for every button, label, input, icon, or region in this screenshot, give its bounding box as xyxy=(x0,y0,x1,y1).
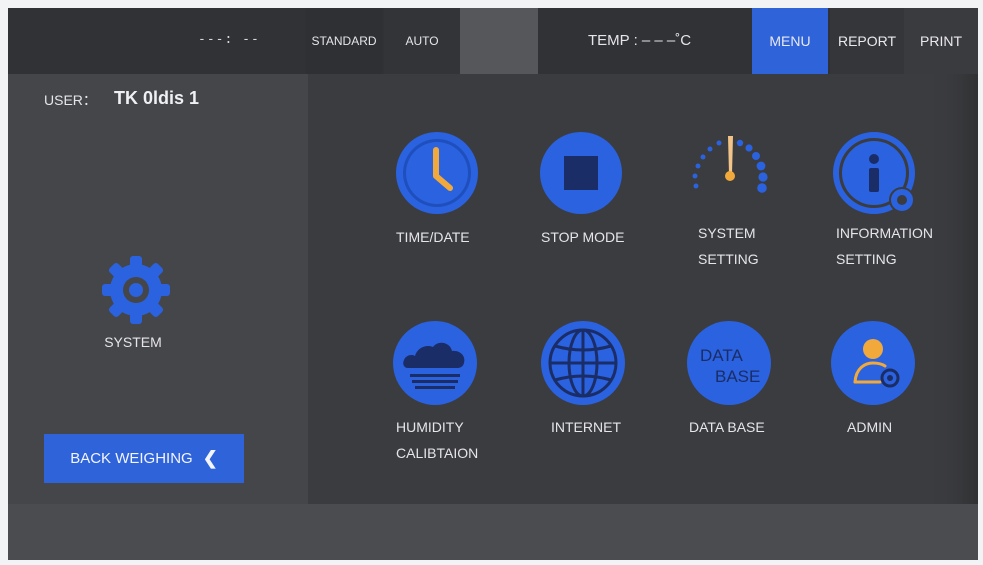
temperature-readout: TEMP : – – –˚C xyxy=(588,32,692,49)
tab-print-label: PRINT xyxy=(920,33,962,49)
database-icon[interactable]: DATA BASE xyxy=(684,318,774,408)
mode-auto[interactable]: AUTO xyxy=(384,8,460,74)
info-gear-icon[interactable] xyxy=(830,128,920,218)
internet-label: INTERNET xyxy=(551,419,621,435)
information-setting-label: INFORMATION SETTING xyxy=(836,220,933,272)
blank-segment[interactable] xyxy=(460,8,538,74)
database-icon-text-1: DATA xyxy=(700,346,743,365)
data-base-label: DATA BASE xyxy=(689,419,765,435)
admin-icon[interactable] xyxy=(828,318,918,408)
gauge-icon[interactable] xyxy=(684,128,774,218)
device-screen: ---: -- STANDARD AUTO TEMP : – – –˚C MEN… xyxy=(8,8,978,560)
system-setting-line1: SYSTEM xyxy=(698,225,756,241)
cloud-icon[interactable] xyxy=(390,318,480,408)
time-date-label: TIME/DATE xyxy=(396,229,470,245)
mode-standard-label: STANDARD xyxy=(311,34,377,48)
tab-menu[interactable]: MENU xyxy=(752,8,828,74)
system-setting-line2: SETTING xyxy=(698,251,759,267)
system-setting-label: SYSTEM SETTING xyxy=(698,220,759,272)
information-setting-line2: SETTING xyxy=(836,251,897,267)
user-name: TK 0ldis 1 xyxy=(114,88,200,108)
top-bar: ---: -- STANDARD AUTO TEMP : – – –˚C MEN… xyxy=(8,8,978,74)
chevron-left-icon: ❮ xyxy=(202,448,218,468)
gear-icon[interactable] xyxy=(96,250,176,330)
mode-auto-label: AUTO xyxy=(405,34,439,48)
clock-icon[interactable] xyxy=(392,128,482,218)
time-readout: ---: -- xyxy=(198,32,260,47)
left-panel: USER： TK 0ldis 1 SYSTEM BACK WEIGHING ❮ xyxy=(8,74,308,504)
humidity-calibration-label: HUMIDITY CALIBTAION xyxy=(396,414,478,466)
mode-standard[interactable]: STANDARD xyxy=(306,8,382,74)
tab-menu-label: MENU xyxy=(769,33,811,49)
tab-print[interactable]: PRINT xyxy=(904,8,978,74)
back-weighing-button[interactable]: BACK WEIGHING ❮ xyxy=(44,434,244,483)
stop-icon[interactable] xyxy=(536,128,626,218)
information-setting-line1: INFORMATION xyxy=(836,225,933,241)
user-label: USER： xyxy=(44,92,97,108)
humidity-line1: HUMIDITY xyxy=(396,419,464,435)
back-weighing-label: BACK WEIGHING xyxy=(70,450,193,467)
globe-icon[interactable] xyxy=(538,318,628,408)
bottom-strip xyxy=(8,504,978,560)
stop-mode-label: STOP MODE xyxy=(541,229,625,245)
humidity-line2: CALIBTAION xyxy=(396,445,479,461)
admin-label: ADMIN xyxy=(847,419,893,435)
tab-report[interactable]: REPORT xyxy=(830,8,904,74)
tab-report-label: REPORT xyxy=(837,33,897,49)
system-label: SYSTEM xyxy=(104,334,162,350)
database-icon-text-2: BASE xyxy=(715,367,760,386)
